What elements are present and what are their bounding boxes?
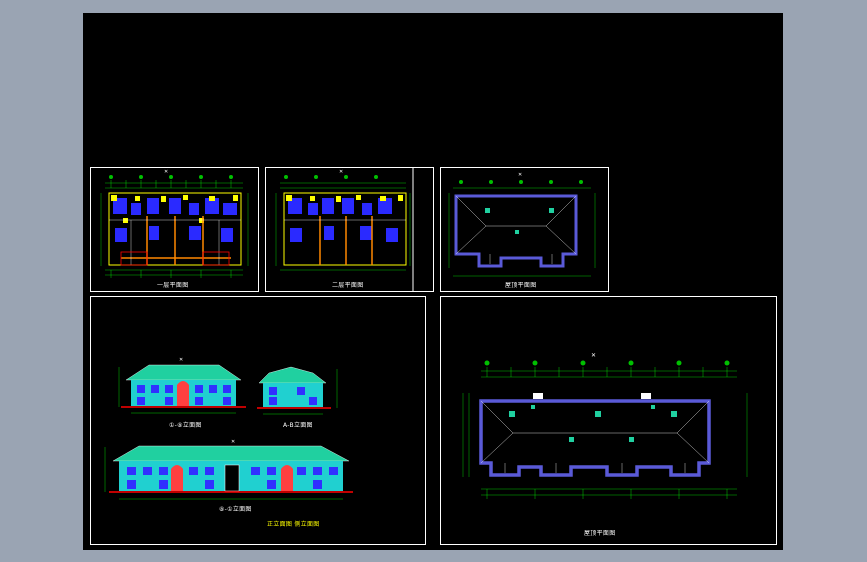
svg-text:✕: ✕ bbox=[518, 172, 522, 178]
caption-sheet-title: 正立面图 侧立面图 bbox=[267, 521, 320, 528]
sheet-second-floor-plan[interactable]: ✕ 二层平面图 bbox=[265, 167, 434, 292]
rear-elevation: ✕ bbox=[104, 439, 353, 500]
sheet-ground-floor-plan[interactable]: ✕ 一层平面图 bbox=[90, 167, 259, 292]
sheet-roof-plan-small[interactable]: ✕ 屋顶平面图 bbox=[440, 167, 609, 292]
elevation-drawing: ✕ ✕ bbox=[104, 357, 353, 500]
svg-text:✕: ✕ bbox=[339, 169, 343, 175]
roof-drawing: ✕ bbox=[462, 352, 748, 499]
sheet-caption: 屋顶平面图 bbox=[505, 282, 537, 289]
front-elevation: ✕ bbox=[118, 357, 246, 414]
sheet-roof-plan-large[interactable]: ✕ 屋顶平面图 bbox=[440, 296, 777, 545]
sheet-caption: 二层平面图 bbox=[332, 282, 364, 289]
svg-text:✕: ✕ bbox=[591, 352, 596, 359]
svg-text:✕: ✕ bbox=[164, 169, 168, 175]
plan-drawing: ✕ bbox=[100, 169, 249, 278]
cad-model-space[interactable]: ✕ 一层平面图 ✕ 二层平面图 ✕ 屋顶平面图 ✕ ✕ ①-⑧立面图 A-B立面… bbox=[83, 13, 783, 550]
svg-text:✕: ✕ bbox=[231, 439, 235, 445]
sheet-elevations[interactable]: ✕ ✕ ①-⑧立面图 A-B立面图 ⑧-①立面图 正立面图 侧立面图 bbox=[90, 296, 426, 545]
caption-rear-elevation: ⑧-①立面图 bbox=[219, 506, 252, 513]
roof-drawing: ✕ bbox=[448, 172, 596, 277]
sheet-caption: 一层平面图 bbox=[157, 282, 189, 289]
side-elevation bbox=[257, 366, 338, 415]
sheet-caption: 屋顶平面图 bbox=[584, 530, 616, 537]
caption-front-elevation: ①-⑧立面图 bbox=[169, 422, 202, 429]
caption-side-elevation: A-B立面图 bbox=[283, 422, 313, 429]
plan-drawing: ✕ bbox=[275, 168, 414, 291]
svg-text:✕: ✕ bbox=[179, 357, 183, 363]
